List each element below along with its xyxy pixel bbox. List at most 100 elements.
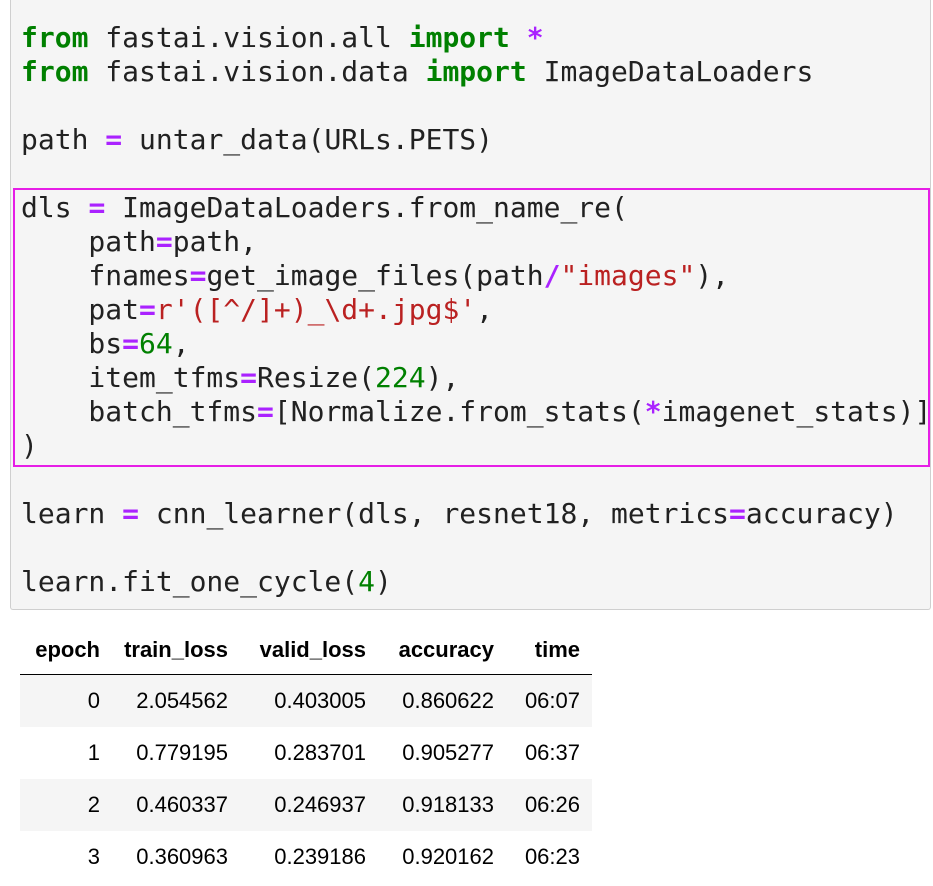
cell-epoch: 0 <box>87 688 100 713</box>
star-operator: * <box>526 21 544 54</box>
table-row: 3 0.360963 0.239186 0.920162 06:23 <box>20 831 592 883</box>
punctuation: ), <box>695 259 730 292</box>
cell-epoch: 2 <box>87 792 100 817</box>
arg-batch-tfms: batch_tfms <box>21 395 258 428</box>
arg-item-tfms: item_tfms <box>21 361 241 394</box>
cell-valid-loss: 0.283701 <box>274 740 366 765</box>
header-valid-loss: valid_loss <box>240 626 378 675</box>
cell-accuracy: 0.905277 <box>402 740 494 765</box>
code-line-11: item_tfms=Resize(224), <box>21 361 931 395</box>
cell-time: 06:37 <box>524 740 580 765</box>
arg-path: path <box>21 225 156 258</box>
keyword-from: from <box>21 55 89 88</box>
cell-valid-loss: 0.239186 <box>274 844 366 869</box>
assign-operator: = <box>189 259 207 292</box>
module-name: fastai.vision.data <box>88 55 426 88</box>
code-line-1: from fastai.vision.all import * <box>21 21 931 55</box>
header-epoch: epoch <box>20 626 112 675</box>
number-literal: 224 <box>375 361 426 394</box>
code-line-2: from fastai.vision.data import ImageData… <box>21 55 931 89</box>
resize-call: Resize( <box>257 361 376 394</box>
punctuation: , <box>476 293 494 326</box>
imagenet-stats: imagenet_stats)] <box>661 395 932 428</box>
table-row: 1 0.779195 0.283701 0.905277 06:37 <box>20 727 592 779</box>
header-accuracy: accuracy <box>378 626 506 675</box>
cnn-learner-call: cnn_learner(dls, resnet18, metrics <box>139 497 730 530</box>
cell-time: 06:26 <box>524 792 580 817</box>
metric-accuracy: accuracy) <box>745 497 898 530</box>
import-name: ImageDataLoaders <box>526 55 814 88</box>
normalize-call: [Normalize.from_stats( <box>273 395 645 428</box>
closing-paren: ) <box>21 429 38 462</box>
module-name: fastai.vision.all <box>88 21 409 54</box>
code-line-10: bs=64, <box>21 327 931 361</box>
number-literal: 4 <box>358 565 376 598</box>
assign-operator: = <box>122 497 140 530</box>
untar-call: untar_data(URLs.PETS) <box>122 123 494 156</box>
slash-operator: / <box>543 259 561 292</box>
code-cell[interactable]: from fastai.vision.all import * from fast… <box>10 0 931 610</box>
cell-time: 06:07 <box>524 688 580 713</box>
code-line-4: path = untar_data(URLs.PETS) <box>21 123 931 157</box>
training-results-table: epoch train_loss valid_loss accuracy tim… <box>20 626 592 883</box>
table-header-row: epoch train_loss valid_loss accuracy tim… <box>20 626 592 675</box>
number-literal: 64 <box>139 327 173 360</box>
arg-fnames: fnames <box>21 259 190 292</box>
arg-bs: bs <box>21 327 123 360</box>
from-name-re-call: ImageDataLoaders.from_name_re( <box>105 191 628 224</box>
cell-epoch: 3 <box>87 844 100 869</box>
get-image-files-call: get_image_files(path <box>206 259 544 292</box>
punctuation: , <box>172 327 190 360</box>
cell-accuracy: 0.860622 <box>402 688 494 713</box>
cell-valid-loss: 0.403005 <box>274 688 366 713</box>
arg-path-value: path, <box>172 225 258 258</box>
cell-epoch: 1 <box>87 740 100 765</box>
star-operator: * <box>644 395 662 428</box>
cell-time: 06:23 <box>524 844 580 869</box>
punctuation: ), <box>425 361 460 394</box>
code-line-15: learn = cnn_learner(dls, resnet18, metri… <box>21 497 931 531</box>
arg-pat: pat <box>21 293 140 326</box>
punctuation: ) <box>375 565 392 598</box>
keyword-import: import <box>408 21 510 54</box>
assign-operator: = <box>257 395 274 428</box>
code-line-6: dls = ImageDataLoaders.from_name_re( <box>21 191 931 225</box>
code-line-9: pat=r'([^/]+)_\d+.jpg$', <box>21 293 931 327</box>
cell-accuracy: 0.918133 <box>402 792 494 817</box>
code-editor[interactable]: from fastai.vision.all import * from fast… <box>21 21 931 599</box>
cell-train-loss: 2.054562 <box>136 688 228 713</box>
cell-valid-loss: 0.246937 <box>274 792 366 817</box>
cell-train-loss: 0.460337 <box>136 792 228 817</box>
assign-operator: = <box>240 361 258 394</box>
assign-operator: = <box>105 123 123 156</box>
assign-operator: = <box>122 327 140 360</box>
header-train-loss: train_loss <box>112 626 240 675</box>
fit-one-cycle-call: learn.fit_one_cycle( <box>21 565 359 598</box>
code-line-12: batch_tfms=[Normalize.from_stats(*imagen… <box>21 395 931 429</box>
cell-train-loss: 0.360963 <box>136 844 228 869</box>
table-row: 0 2.054562 0.403005 0.860622 06:07 <box>20 674 592 727</box>
variable-dls: dls <box>21 191 89 224</box>
cell-accuracy: 0.920162 <box>402 844 494 869</box>
code-line-17: learn.fit_one_cycle(4) <box>21 565 931 599</box>
variable-learn: learn <box>21 497 123 530</box>
keyword-from: from <box>21 21 89 54</box>
regex-literal: r'([^/]+)_\d+.jpg$' <box>155 293 477 326</box>
assign-operator: = <box>729 497 746 530</box>
cell-train-loss: 0.779195 <box>136 740 228 765</box>
variable-path: path <box>21 123 106 156</box>
assign-operator: = <box>88 191 106 224</box>
table-row: 2 0.460337 0.246937 0.918133 06:26 <box>20 779 592 831</box>
code-line-8: fnames=get_image_files(path/"images"), <box>21 259 931 293</box>
code-line-13: ) <box>21 429 931 463</box>
assign-operator: = <box>139 293 156 326</box>
header-time: time <box>506 626 592 675</box>
string-literal: "images" <box>560 259 696 292</box>
code-line-7: path=path, <box>21 225 931 259</box>
keyword-import: import <box>425 55 527 88</box>
assign-operator: = <box>155 225 173 258</box>
